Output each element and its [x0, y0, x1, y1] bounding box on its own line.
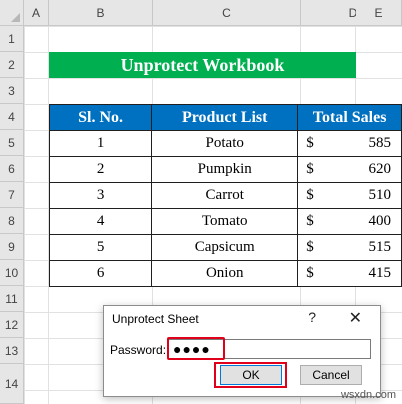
row-header-9[interactable]: 9: [0, 234, 24, 260]
row-header-6[interactable]: 6: [0, 156, 24, 182]
row-header-13[interactable]: 13: [0, 338, 24, 364]
currency-symbol: $: [306, 213, 314, 229]
cell-total-sales[interactable]: $620: [297, 156, 402, 183]
table-row: 6 Onion $415: [48, 260, 402, 287]
currency-symbol: $: [306, 239, 314, 255]
sales-table: Sl. No. Product List Total Sales 1 Potat…: [48, 104, 402, 287]
table-row: 1 Potato $585: [48, 130, 402, 157]
column-header-a[interactable]: A: [24, 0, 49, 26]
column-header-e[interactable]: E: [356, 0, 402, 26]
sales-value: 585: [368, 135, 392, 151]
header-sl-no[interactable]: Sl. No.: [48, 104, 153, 131]
cell-product[interactable]: Tomato: [151, 208, 299, 235]
title-banner: Unprotect Workbook: [49, 52, 356, 78]
sales-value: 400: [368, 213, 392, 229]
row-header-4[interactable]: 4: [0, 104, 24, 130]
close-icon[interactable]: ✕: [349, 308, 362, 328]
currency-symbol: $: [306, 265, 314, 281]
table-row: 4 Tomato $400: [48, 208, 402, 235]
row-header-11[interactable]: 11: [0, 286, 24, 312]
select-all-corner[interactable]: [0, 0, 24, 26]
table-row: 5 Capsicum $515: [48, 234, 402, 261]
sales-value: 515: [368, 239, 392, 255]
cell-total-sales[interactable]: $585: [297, 130, 402, 157]
row-header-2[interactable]: 2: [0, 52, 24, 78]
column-header-c[interactable]: C: [153, 0, 301, 26]
ok-highlight: [214, 362, 287, 388]
currency-symbol: $: [306, 135, 314, 151]
header-total-sales[interactable]: Total Sales: [297, 104, 402, 131]
cell-sl-no[interactable]: 2: [48, 156, 153, 183]
cell-product[interactable]: Potato: [151, 130, 299, 157]
cell-sl-no[interactable]: 3: [48, 182, 153, 209]
table-header-row: Sl. No. Product List Total Sales: [48, 104, 402, 131]
password-label: Password:: [110, 343, 167, 357]
cell-product[interactable]: Pumpkin: [151, 156, 299, 183]
password-highlight: [167, 337, 225, 360]
table-row: 2 Pumpkin $620: [48, 156, 402, 183]
row-header-10[interactable]: 10: [0, 260, 24, 286]
currency-symbol: $: [306, 161, 314, 177]
watermark: wsxdn.com: [340, 389, 396, 401]
cell-total-sales[interactable]: $415: [297, 260, 402, 287]
row-header-7[interactable]: 7: [0, 182, 24, 208]
row-header-5[interactable]: 5: [0, 130, 24, 156]
sales-value: 415: [368, 265, 392, 281]
help-icon[interactable]: ?: [308, 309, 316, 325]
cell-sl-no[interactable]: 4: [48, 208, 153, 235]
cell-product[interactable]: Capsicum: [151, 234, 299, 261]
cell-total-sales[interactable]: $400: [297, 208, 402, 235]
header-product-list[interactable]: Product List: [151, 104, 299, 131]
table-row: 3 Carrot $510: [48, 182, 402, 209]
cell-sl-no[interactable]: 6: [48, 260, 153, 287]
row-header-1[interactable]: 1: [0, 26, 24, 52]
row-header-12[interactable]: 12: [0, 312, 24, 338]
currency-symbol: $: [306, 187, 314, 203]
cell-sl-no[interactable]: 5: [48, 234, 153, 261]
row-header-3[interactable]: 3: [0, 78, 24, 104]
cell-total-sales[interactable]: $510: [297, 182, 402, 209]
sales-value: 620: [368, 161, 392, 177]
row-header-14[interactable]: 14: [0, 364, 24, 404]
cancel-button[interactable]: Cancel: [300, 365, 362, 385]
column-header-b[interactable]: B: [49, 0, 153, 26]
cell-total-sales[interactable]: $515: [297, 234, 402, 261]
dialog-title: Unprotect Sheet: [112, 312, 199, 326]
spreadsheet: A B C D E 1 2 3 4 5 6 7 8 9 10 11 12 13 …: [0, 0, 402, 404]
row-header-8[interactable]: 8: [0, 208, 24, 234]
unprotect-sheet-dialog: Unprotect Sheet ? ✕ Password: ●●●● OK Ca…: [103, 305, 381, 397]
cell-product[interactable]: Onion: [151, 260, 299, 287]
cell-sl-no[interactable]: 1: [48, 130, 153, 157]
cell-product[interactable]: Carrot: [151, 182, 299, 209]
sales-value: 510: [368, 187, 392, 203]
select-all-icon: [11, 13, 20, 22]
